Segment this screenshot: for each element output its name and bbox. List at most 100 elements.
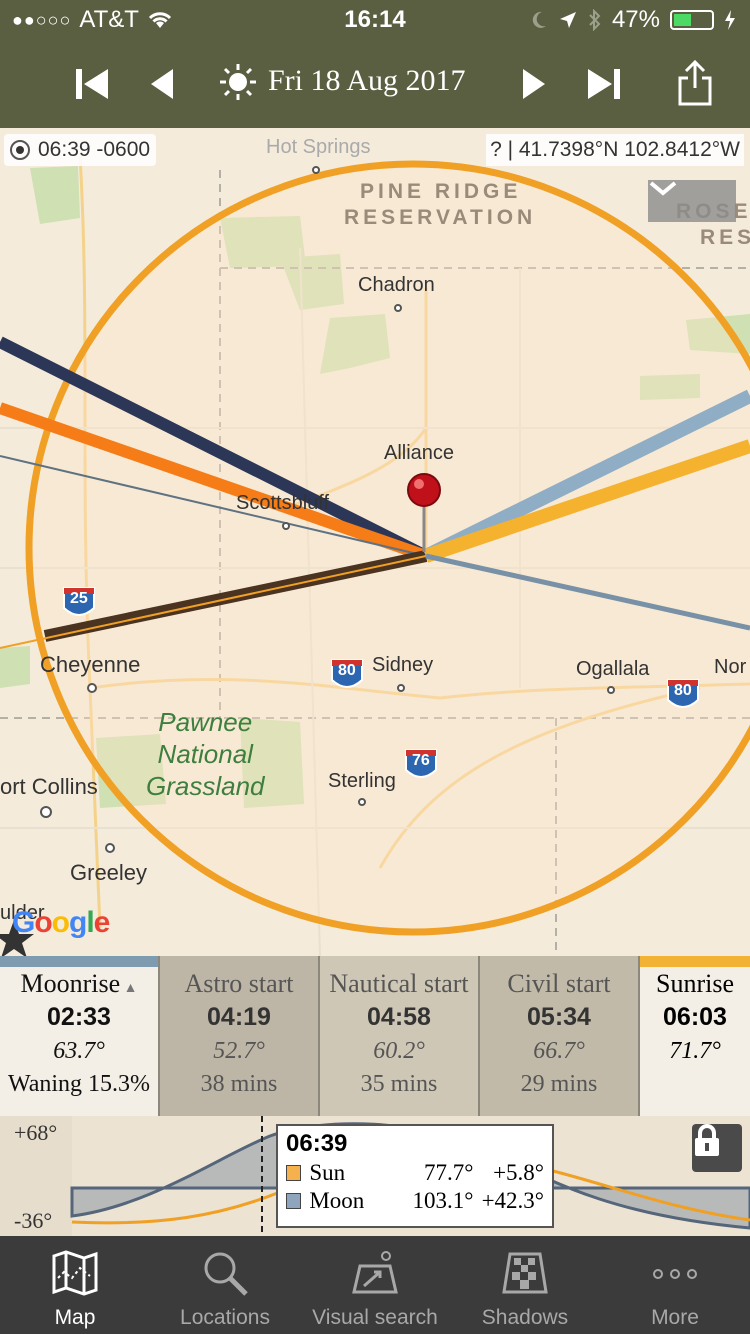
map-label-reservation: RESERVATION — [344, 206, 537, 229]
readout-sun-elevation: +5.8° — [493, 1160, 544, 1185]
shadows-icon — [502, 1252, 548, 1294]
chevron-down-icon — [649, 181, 677, 196]
event-card[interactable]: Civil start 05:34 66.7° 29 mins — [480, 956, 640, 1116]
tab-locations-label: Locations — [180, 1306, 270, 1329]
event-detail: Waning 15.3% — [7, 1071, 151, 1097]
map-label-ogallala: Ogallala — [576, 658, 650, 680]
event-color-bar — [0, 956, 158, 967]
position-readout: 06:39 Sun 77.7° +5.8° Moon 103.1° +42.3° — [276, 1124, 554, 1228]
event-time: 04:19 — [207, 1003, 271, 1031]
up-arrow-icon: ▲ — [120, 981, 138, 996]
event-name: Civil start — [507, 969, 611, 998]
readout-moon-elevation: +42.3° — [481, 1188, 544, 1213]
map-label-sterling: Sterling — [328, 770, 396, 792]
date-label[interactable]: Fri 18 Aug 2017 — [268, 64, 466, 98]
moon-swatch — [286, 1193, 302, 1209]
battery-percent: 47% — [611, 6, 660, 33]
tab-more[interactable]: More — [600, 1236, 750, 1334]
map-label-hot-springs: Hot Springs — [266, 136, 371, 158]
map-label-pine-ridge: PINE RIDGE — [360, 180, 522, 203]
event-card[interactable]: Moonrise ▲ 02:33 63.7° Waning 15.3% — [0, 956, 160, 1116]
event-time: 05:34 — [527, 1003, 591, 1031]
tab-map[interactable]: Map — [0, 1236, 150, 1334]
event-azimuth: 66.7° — [533, 1038, 585, 1064]
visual-search-icon — [352, 1251, 398, 1294]
readout-sun-name: Sun — [309, 1160, 346, 1185]
event-time: 06:03 — [663, 1003, 727, 1031]
event-name: Nautical start — [329, 969, 469, 998]
map-label-fort-collins: ort Collins — [0, 774, 98, 799]
map-label-res: RES — [700, 226, 750, 249]
tab-more-label: More — [651, 1306, 699, 1329]
map-label-greeley: Greeley — [70, 860, 148, 885]
jump-forward-button[interactable] — [582, 62, 626, 106]
event-name: Astro start — [184, 969, 294, 998]
graph-y-min: -36° — [14, 1208, 53, 1233]
next-day-button[interactable] — [512, 62, 556, 106]
triangle-left-icon — [151, 69, 173, 99]
event-color-bar — [640, 956, 750, 967]
tab-bar: Map Locations Visual search Shadows More — [0, 1236, 750, 1334]
google-logo: Google — [12, 906, 110, 939]
event-color-bar — [160, 956, 318, 967]
time-zone-readout[interactable]: 06:39 -0600 — [4, 134, 157, 166]
event-azimuth: 63.7° — [53, 1038, 105, 1064]
date-navigation-bar: Fri 18 Aug 2017 — [0, 40, 750, 128]
event-card[interactable]: Sunrise 06:03 71.7° — [640, 956, 750, 1116]
event-card[interactable]: Astro start 04:19 52.7° 38 mins — [160, 956, 320, 1116]
more-dots-icon — [653, 1269, 697, 1279]
charging-bolt-icon — [725, 10, 735, 30]
map-canvas — [0, 155, 750, 956]
readout-moon-row: Moon 103.1° +42.3° — [286, 1188, 544, 1214]
collapse-button[interactable] — [648, 180, 736, 222]
event-azimuth: 52.7° — [213, 1038, 265, 1064]
tab-locations[interactable]: Locations — [150, 1236, 300, 1334]
map-label-nor: Nor — [714, 656, 747, 678]
map-label-pawnee: Pawnee National Grassland — [146, 707, 265, 801]
altitude-graph[interactable]: +68° -36° 06:39 Sun 77.7° +5.8° Moon 103… — [0, 1116, 750, 1236]
coordinates-readout[interactable]: ? | 41.7398°N 102.8412°W — [486, 134, 744, 166]
tab-shadows[interactable]: Shadows — [450, 1236, 600, 1334]
tab-shadows-label: Shadows — [481, 1306, 569, 1329]
map-label-scottsbluff: Scottsbluff — [236, 492, 330, 514]
event-card[interactable]: Nautical start 04:58 60.2° 35 mins — [320, 956, 480, 1116]
map-label-alliance: Alliance — [384, 442, 455, 464]
readout-time: 06:39 — [286, 1130, 348, 1157]
map-label-cheyenne: Cheyenne — [40, 652, 141, 677]
readout-sun-row: Sun 77.7° +5.8° — [286, 1160, 544, 1186]
jump-back-button[interactable] — [70, 62, 114, 106]
sun-swatch — [286, 1165, 302, 1181]
event-detail: 29 mins — [520, 1071, 598, 1097]
skip-forward-icon — [588, 69, 620, 99]
readout-sun-azimuth: 77.7° — [423, 1160, 474, 1185]
event-name: Moonrise ▲ — [0, 969, 158, 999]
tab-visual-search[interactable]: Visual search — [300, 1236, 450, 1334]
event-detail: 35 mins — [360, 1071, 438, 1097]
hwy-76-label: 76 — [412, 752, 430, 769]
triangle-right-icon — [523, 69, 545, 99]
map-view[interactable]: Hot Springs PINE RIDGE RESERVATION ROSE … — [0, 128, 750, 956]
share-icon — [678, 60, 712, 106]
tab-map-label: Map — [54, 1306, 96, 1329]
share-button[interactable] — [672, 58, 718, 108]
location-pin-icon[interactable] — [407, 473, 441, 507]
map-label-sidney: Sidney — [372, 654, 434, 676]
lock-button[interactable] — [692, 1124, 742, 1172]
map-label-chadron: Chadron — [358, 274, 435, 296]
battery-icon — [670, 10, 714, 30]
sun-icon[interactable] — [218, 62, 258, 102]
location-arrow-icon — [559, 12, 576, 28]
event-name: Sunrise — [656, 969, 734, 998]
moon-icon — [532, 11, 546, 28]
status-bar: ●●○○○ AT&T 16:14 47% — [0, 0, 750, 40]
event-azimuth: 71.7° — [669, 1038, 721, 1064]
event-color-bar — [320, 956, 478, 967]
previous-day-button[interactable] — [140, 62, 184, 106]
map-icon — [52, 1250, 98, 1296]
event-detail: 38 mins — [200, 1071, 278, 1097]
events-strip[interactable]: Moonrise ▲ 02:33 63.7° Waning 15.3% Astro st… — [0, 956, 750, 1116]
event-time: 02:33 — [47, 1003, 111, 1031]
event-name-text: Moonrise — [20, 969, 121, 998]
tab-visual-search-label: Visual search — [312, 1306, 438, 1329]
hwy-80-label: 80 — [338, 662, 356, 679]
